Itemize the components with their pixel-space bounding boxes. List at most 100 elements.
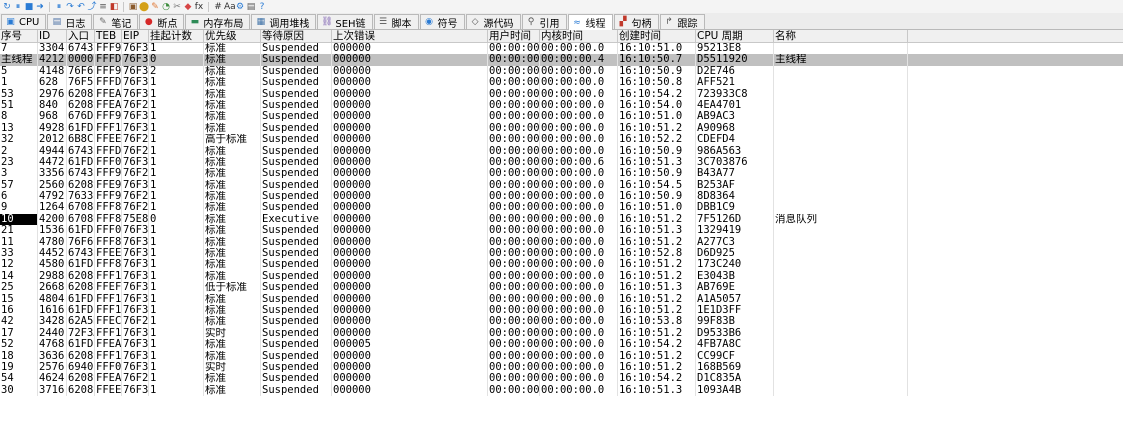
col-entry-header[interactable]: 入口 <box>67 30 95 42</box>
thread-cell: 16:10:54.2 <box>618 373 696 385</box>
thread-row[interactable]: 主线程4212000000FFFDD76F30:0标准Suspended0000… <box>0 54 1123 66</box>
stack-icon[interactable]: ▣ <box>128 2 138 12</box>
thread-row[interactable]: 1925766940EFFF0476F30:1实时Suspended000000… <box>0 361 1123 374</box>
font-icon[interactable]: Aa <box>224 2 236 12</box>
thread-row[interactable]: 53297662089FFEA776F30:1标准Suspended000000… <box>0 88 1123 100</box>
thread-cell: 16:10:54.5 <box>618 179 696 192</box>
settings-icon[interactable]: ⚙ <box>235 2 245 12</box>
col-priority-header[interactable]: 优先级 <box>204 30 261 42</box>
col-last-error-header[interactable]: 上次错误 <box>332 30 488 42</box>
thread-cell: 3356 <box>38 168 67 180</box>
thread-row[interactable]: 52476861FD2FFEAA76F30:1标准Suspended000005… <box>0 339 1123 351</box>
thread-row[interactable]: 1042006708DFFF8A75E810标准Executive0000000… <box>0 213 1123 226</box>
tab-script[interactable]: ☰ 脚本 <box>373 14 419 30</box>
thread-cell: FFF87 <box>96 236 122 249</box>
tab-threads[interactable]: ≈ 线程 <box>567 14 613 30</box>
memory-icon[interactable]: ⬤ <box>139 2 149 12</box>
tab-label: 调用堆栈 <box>269 18 310 30</box>
step-over-icon[interactable]: ↷ <box>65 2 75 12</box>
stop-icon[interactable]: ■ <box>24 2 34 12</box>
thread-row[interactable]: 5184062089FFEAD76F2F1标准Suspended00000000… <box>0 99 1123 112</box>
col-index-header[interactable]: 序号 <box>0 30 38 42</box>
labels-icon[interactable]: ◔ <box>161 2 171 12</box>
tab-label: 跟踪 <box>677 18 698 30</box>
thread-row[interactable]: 7330467433:FFF9376F311标准Suspended0000000… <box>0 43 1123 55</box>
thread-cell: 67433: <box>68 248 95 260</box>
highlight-icon[interactable]: ✎ <box>150 2 160 12</box>
comments-icon[interactable]: ✂ <box>172 2 182 12</box>
thread-row[interactable]: 33445267433:FFEE076F311标准Suspended000000… <box>0 248 1123 260</box>
bookmark-icon[interactable]: ◆ <box>183 2 193 12</box>
thread-row[interactable]: 2494467433:FFFD776F2F1标准Suspended0000000… <box>0 145 1123 157</box>
tab-log[interactable]: ▤ 日志 <box>47 14 93 30</box>
thread-cell: 16:10:50.9 <box>618 145 696 157</box>
hash-icon[interactable]: # <box>213 2 223 12</box>
thread-cell <box>774 304 908 317</box>
col-name-header[interactable]: 名称 <box>774 30 908 42</box>
thread-row[interactable]: 42342862A5DFFEC876F2F1标准Suspended0000000… <box>0 316 1123 328</box>
refresh-icon[interactable]: ↻ <box>2 2 12 12</box>
col-wait-reason-header[interactable]: 等待原因 <box>261 30 332 42</box>
thread-cell: 3304 <box>38 43 67 55</box>
pause2-icon[interactable]: ⏸ <box>54 2 64 12</box>
thread-row[interactable]: 23447261FD2FFF0776F30:1标准Suspended000000… <box>0 156 1123 169</box>
step-out-icon[interactable]: ↶ <box>76 2 86 12</box>
thread-row[interactable]: 162876F5F5FFFDA76F30:1标准Suspended0000000… <box>0 77 1123 89</box>
thread-row[interactable]: 21153661FD2FFF0D76F30:1标准Suspended000000… <box>0 225 1123 237</box>
tab-notes[interactable]: ✎ 笔记 <box>93 14 139 30</box>
tab-memory-map[interactable]: ▬ 内存布局 <box>185 14 251 30</box>
thread-row[interactable]: 647927633DFFF9676F2F1标准Suspended00000000… <box>0 191 1123 203</box>
threads-table[interactable]: 序号 ID 入口 TEB EIP 挂起计数 优先级 等待原因 上次错误 用户时间 内核时间 创建时间 C… <box>0 30 1123 428</box>
col-eip-header[interactable]: EIP <box>122 30 149 42</box>
thread-row[interactable]: 30371662089FFEEC76F30:1标准Suspended000000… <box>0 384 1123 397</box>
tab-references[interactable]: ⚲ 引用 <box>521 14 567 30</box>
thread-row[interactable]: 3335667433:FFF9F76F2F1标准Suspended0000000… <box>0 168 1123 180</box>
col-kernel-time-header[interactable]: 内核时间 <box>540 30 618 42</box>
thread-row[interactable]: 54462462089FFEA476F2F1标准Suspended0000000… <box>0 373 1123 385</box>
pause-icon[interactable]: ⏸ <box>13 2 23 12</box>
run-to-icon[interactable]: ⤴ <box>87 2 97 12</box>
thread-cell: 00:00:00.0 <box>540 122 618 135</box>
thread-row[interactable]: 25266862089FFEFE76F30:1低于标准Suspended0000… <box>0 282 1123 294</box>
tab-trace-tab[interactable]: ↱ 跟踪 <box>659 14 705 30</box>
thread-row[interactable]: 912646708DFFF8D76F2F1标准Suspended00000000… <box>0 202 1123 214</box>
tab-call-stack[interactable]: ▦ 调用堆栈 <box>251 14 317 30</box>
thread-cell: 00:00:00.0 <box>540 145 618 157</box>
thread-row[interactable]: 8968676D6FFF9076F30:1标准Suspended00000000… <box>0 111 1123 123</box>
thread-row[interactable]: 17244072F3AFFF1376F30:1实时Suspended000000… <box>0 327 1123 340</box>
layers-icon[interactable]: ▤ <box>246 2 256 12</box>
tab-cpu[interactable]: ▣ CPU <box>1 14 47 29</box>
col-create-time-header[interactable]: 创建时间 <box>618 30 696 42</box>
thread-cell <box>774 202 908 214</box>
thread-row[interactable]: 13492861FD2FFF1F76F30:1标准Suspended000000… <box>0 122 1123 135</box>
thread-row[interactable]: 16161661FD2FFF1676F30:1标准Suspended000000… <box>0 304 1123 317</box>
thread-row[interactable]: 3220126B8C6FFEE376F2F1高于标准Suspended00000… <box>0 134 1123 146</box>
thread-row[interactable]: 11478076F604FFF8776F311标准Suspended000000… <box>0 236 1123 249</box>
trace-icon[interactable]: ≡ <box>98 2 108 12</box>
script-icon: ☰ <box>378 17 388 27</box>
thread-row[interactable]: 5414876F604FFF9976F312标准Suspended0000000… <box>0 65 1123 78</box>
tab-symbols[interactable]: ◉ 符号 <box>419 14 465 30</box>
tab-breakpoint[interactable]: ● 断点 <box>139 14 185 30</box>
tab-handles[interactable]: ▞ 句柄 <box>613 14 659 30</box>
col-suspend-count-header[interactable]: 挂起计数 <box>149 30 204 42</box>
thread-cell: A277C3 <box>696 236 774 249</box>
col-user-time-header[interactable]: 用户时间 <box>488 30 540 42</box>
step-into-icon[interactable]: ➜ <box>35 2 45 12</box>
about-icon[interactable]: ? <box>257 2 267 12</box>
thread-cell: Suspended <box>261 122 332 135</box>
thread-row[interactable]: 12458061FD2FFF8476F30:1标准Suspended000000… <box>0 259 1123 271</box>
thread-row[interactable]: 18363662089FFF1076F30:1标准Suspended000000… <box>0 350 1123 362</box>
thread-row[interactable]: 57256062089FFE9876F30:1标准Suspended000000… <box>0 179 1123 192</box>
tab-source[interactable]: ◇ 源代码 <box>465 14 521 30</box>
tab-seh[interactable]: ⛓ SEH链 <box>317 14 373 30</box>
thread-cell: E3043B <box>696 270 774 283</box>
thread-row[interactable]: 14298862089FFF1C76F30:1标准Suspended000000… <box>0 270 1123 283</box>
thread-row[interactable]: 15480461FD2FFF1976F30:1标准Suspended000000… <box>0 293 1123 305</box>
col-id-header[interactable]: ID <box>38 30 67 42</box>
function-icon[interactable]: fx <box>194 2 204 12</box>
col-cpu-cycles-header[interactable]: CPU 周期 <box>696 30 774 42</box>
thread-cell: 1536 <box>38 225 67 237</box>
col-teb-header[interactable]: TEB <box>95 30 122 42</box>
animate-icon[interactable]: ◧ <box>109 2 119 12</box>
